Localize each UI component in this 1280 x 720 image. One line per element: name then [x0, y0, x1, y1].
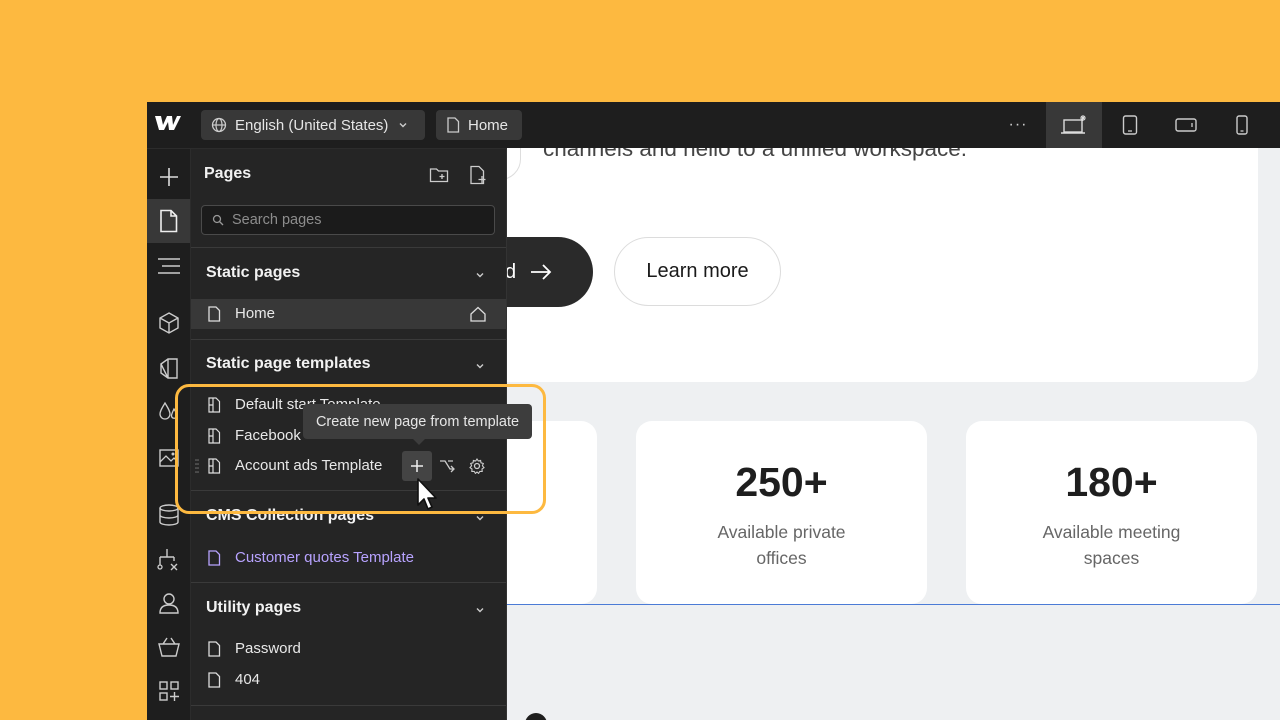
- pages-icon: [159, 209, 177, 233]
- more-icon: ···: [1008, 116, 1028, 133]
- logic-button[interactable]: [147, 537, 190, 581]
- tooltip: Create new page from template: [303, 404, 532, 445]
- utility-item-label: 404: [235, 671, 261, 688]
- home-icon: [470, 306, 486, 322]
- page-icon: [208, 641, 221, 657]
- new-folder-button[interactable]: [429, 165, 449, 185]
- apps-button[interactable]: [147, 669, 190, 713]
- more-button[interactable]: ···: [990, 102, 1046, 148]
- chevron-down-icon[interactable]: [474, 360, 486, 372]
- cms-item-label: Customer quotes Template: [235, 549, 414, 566]
- locale-label: English (United States): [235, 116, 389, 134]
- cms-item-customer-quotes[interactable]: Customer quotes Template: [191, 543, 506, 573]
- tablet-icon: [1122, 115, 1138, 135]
- current-page-label: Home: [468, 116, 509, 134]
- section-title-utility: Utility pages: [206, 599, 302, 616]
- locale-selector[interactable]: English (United States): [201, 110, 425, 140]
- tooltip-text: Create new page from template: [315, 413, 520, 430]
- ecommerce-icon: [157, 637, 180, 657]
- primary-cta-button[interactable]: d: [507, 237, 593, 307]
- canvas-element: [525, 713, 547, 720]
- search-placeholder: Search pages: [232, 212, 322, 228]
- divider: [191, 247, 506, 248]
- page-icon: [208, 550, 221, 566]
- learn-more-button[interactable]: Learn more: [614, 237, 781, 306]
- components-button[interactable]: [147, 301, 190, 345]
- desktop-star-icon: [1061, 115, 1086, 134]
- page-item-label: Home: [235, 305, 276, 322]
- chevron-down-icon: [399, 123, 407, 128]
- stat-caption: Available meeting spaces: [1042, 522, 1181, 568]
- stat-value: 250+: [735, 459, 828, 505]
- style-selector-icon: [159, 358, 178, 379]
- users-button[interactable]: [147, 581, 190, 625]
- design-canvas[interactable]: channels and hello to a unified workspac…: [507, 148, 1280, 720]
- stat-caption: Available private offices: [717, 522, 846, 568]
- current-page-selector[interactable]: Home: [436, 110, 522, 140]
- arrow-right-icon: [531, 264, 552, 280]
- breakpoint-tablet-button[interactable]: [1102, 102, 1158, 148]
- ecommerce-button[interactable]: [147, 625, 190, 669]
- stat-value: 180+: [1065, 459, 1158, 505]
- divider: [191, 582, 506, 583]
- page-icon: [208, 672, 221, 688]
- hero-text: channels and hello to a unified workspac…: [543, 148, 968, 161]
- selection-guide-line: [507, 604, 1280, 605]
- breakpoint-landscape-button[interactable]: [1158, 102, 1214, 148]
- chevron-down-icon[interactable]: [474, 269, 486, 281]
- new-page-button[interactable]: [469, 165, 489, 185]
- phone-icon: [1236, 115, 1248, 135]
- logic-icon: [156, 549, 177, 571]
- section-title-static-pages: Static pages: [206, 264, 301, 281]
- webflow-logo-icon[interactable]: [155, 114, 183, 136]
- page-item-home[interactable]: Home: [191, 299, 506, 329]
- apps-icon: [158, 681, 179, 701]
- divider: [191, 705, 506, 706]
- new-page-icon: [470, 165, 486, 185]
- navigator-icon: [157, 258, 180, 274]
- style-selectors-button[interactable]: [147, 346, 190, 390]
- components-icon: [158, 312, 179, 334]
- users-icon: [158, 593, 179, 614]
- utility-item-label: Password: [235, 640, 301, 657]
- chevron-down-icon[interactable]: [474, 604, 486, 616]
- search-pages-input[interactable]: Search pages: [201, 205, 495, 235]
- divider: [191, 339, 506, 340]
- breakpoint-phone-button[interactable]: [1214, 102, 1270, 148]
- learn-more-label: Learn more: [646, 260, 749, 282]
- page-icon: [208, 306, 221, 322]
- utility-item-password[interactable]: Password: [191, 634, 506, 664]
- avatar: [507, 148, 521, 180]
- top-bar: English (United States) Home ···: [147, 102, 1280, 149]
- search-icon: [212, 214, 224, 226]
- pages-panel-title: Pages: [204, 165, 252, 182]
- add-icon: [159, 168, 178, 186]
- globe-icon: [211, 117, 227, 133]
- cursor-icon: [417, 478, 437, 510]
- add-panel-button[interactable]: [147, 155, 190, 199]
- navigator-button[interactable]: [147, 244, 190, 288]
- page-icon: [447, 117, 460, 133]
- new-folder-icon: [429, 168, 449, 183]
- stat-card: 180+ Available meeting spaces: [966, 421, 1257, 604]
- stat-card: 250+ Available private offices: [636, 421, 927, 604]
- breakpoint-desktop-button[interactable]: [1046, 102, 1102, 148]
- section-title-templates: Static page templates: [206, 355, 371, 372]
- cta-label: d: [507, 260, 517, 283]
- pages-panel-button[interactable]: [147, 199, 190, 243]
- utility-item-404[interactable]: 404: [191, 665, 506, 695]
- tablet-landscape-icon: [1175, 118, 1197, 132]
